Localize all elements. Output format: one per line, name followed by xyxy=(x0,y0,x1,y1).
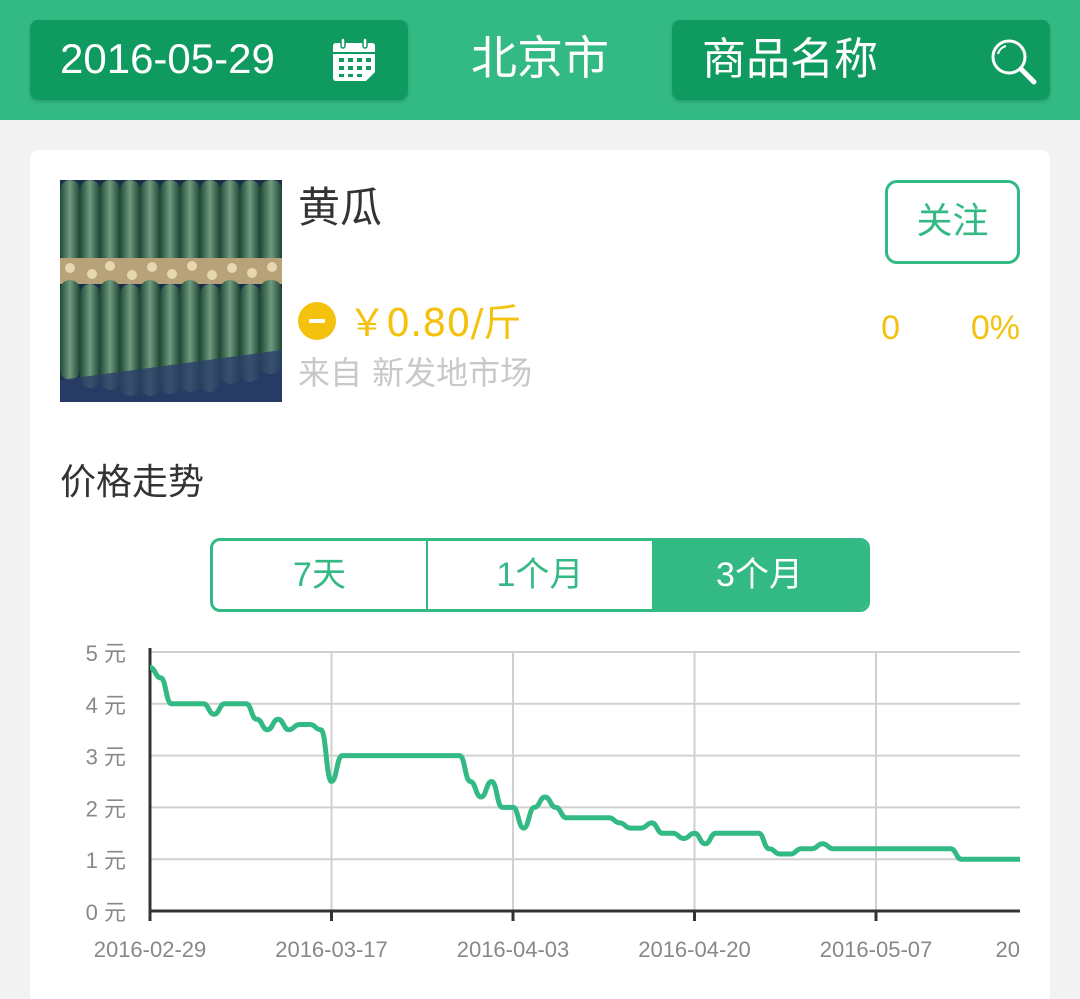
date-value: 2016-05-29 xyxy=(60,35,275,82)
product-name: 黄瓜 xyxy=(298,183,383,232)
top-bar: 2016-05-29 北京市 商品名称 xyxy=(0,0,1080,120)
product-card: 黄瓜 关注 ￥0.80/斤 0 0% 来自 新发地市场 价格走势 7天 1个月 … xyxy=(30,150,1050,999)
tab-7-days[interactable]: 7天 xyxy=(213,541,428,609)
range-tabs: 7天 1个月 3个月 xyxy=(210,538,870,612)
calendar-icon[interactable] xyxy=(330,36,380,86)
product-price: ￥0.80/斤 xyxy=(348,301,522,345)
trend-section-title: 价格走势 xyxy=(60,462,205,503)
minus-circle-icon xyxy=(298,302,336,340)
product-image xyxy=(60,180,282,402)
price-change-value: 0 xyxy=(881,309,900,347)
search-box[interactable]: 商品名称 xyxy=(672,20,1050,100)
tab-3-months[interactable]: 3个月 xyxy=(652,541,867,609)
search-placeholder[interactable]: 商品名称 xyxy=(702,32,878,88)
price-change-percent: 0% xyxy=(970,309,1020,347)
date-picker[interactable]: 2016-05-29 xyxy=(30,20,408,100)
city-selector[interactable]: 北京市 xyxy=(440,28,640,88)
follow-button[interactable]: 关注 xyxy=(885,180,1020,264)
tab-1-month[interactable]: 1个月 xyxy=(428,541,652,609)
market-source: 来自 新发地市场 xyxy=(298,354,533,392)
search-icon[interactable] xyxy=(988,36,1038,86)
